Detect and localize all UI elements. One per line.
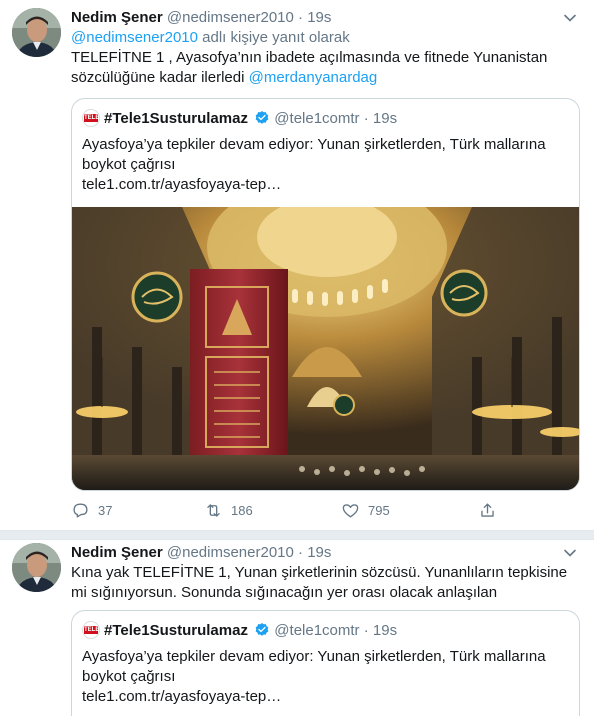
separator-dot: · [298, 9, 304, 26]
quoted-text-line: boykot çağrısı [82, 668, 176, 685]
tweet-content: Nedim Şener @nedimsener2010 · 19s @nedim… [71, 8, 580, 88]
avatar[interactable] [12, 543, 61, 592]
quoted-author-handle[interactable]: @tele1comtr [274, 622, 359, 639]
quoted-author-handle[interactable]: @tele1comtr [274, 110, 359, 127]
quoted-tweet-header: TELE1 #Tele1Susturulamaz @tele1comtr · 19… [82, 621, 397, 641]
quoted-avatar-logo: TELE1 [84, 626, 100, 634]
author-name[interactable]: Nedim Şener [71, 544, 163, 561]
quoted-author-name[interactable]: #Tele1Susturulamaz [104, 110, 248, 127]
mention-link[interactable]: @merdanyanardag [249, 69, 378, 86]
separator-dot: · [363, 110, 369, 127]
author-name[interactable]: Nedim Şener [71, 9, 163, 26]
retweet-button[interactable]: 186 [204, 500, 253, 522]
quoted-tweet-text: Ayasfoya’ya tepkiler devam ediyor: Yunan… [82, 647, 569, 707]
quoted-link[interactable]: tele1.com.tr/ayasfoyaya-tep… [82, 175, 569, 195]
separator-dot: · [298, 544, 304, 561]
tweet-content: Nedim Şener @nedimsener2010 · 19s Kına y… [71, 543, 580, 603]
like-count: 795 [368, 503, 390, 518]
reply-button[interactable]: 37 [71, 500, 112, 522]
reply-to-link[interactable]: @nedimsener2010 [71, 29, 198, 46]
reply-context: @nedimsener2010 adlı kişiye yanıt olarak [71, 28, 580, 48]
quoted-tweet[interactable]: TELE1 #Tele1Susturulamaz @tele1comtr · 19… [71, 98, 580, 491]
author-handle[interactable]: @nedimsener2010 [167, 544, 294, 561]
chevron-down-icon[interactable] [562, 545, 578, 561]
tweet-text: Kına yak TELEFİTNE 1, Yunan şirketlerini… [71, 563, 580, 603]
reply-count: 37 [98, 503, 113, 518]
hagia-sophia-interior-image[interactable] [72, 207, 579, 491]
tweet-separator [0, 530, 594, 540]
reply-context-label: adlı kişiye yanıt olarak [197, 29, 350, 46]
tweet-header: Nedim Şener @nedimsener2010 · 19s [71, 8, 580, 28]
quoted-avatar[interactable]: TELE1 [82, 109, 100, 127]
quoted-tweet[interactable]: TELE1 #Tele1Susturulamaz @tele1comtr · 19… [71, 610, 580, 716]
retweet-count: 186 [231, 503, 253, 518]
tweet-header: Nedim Şener @nedimsener2010 · 19s [71, 543, 580, 563]
quoted-avatar[interactable]: TELE1 [82, 621, 100, 639]
tweet-text-line: TELEFİTNE 1 , Ayasofya’nın ibadete açılm… [71, 49, 548, 66]
quoted-timestamp[interactable]: 19s [373, 622, 397, 639]
tweet-text-line: Kına yak TELEFİTNE 1, Yunan şirketlerini… [71, 564, 568, 581]
retweet-icon [207, 504, 220, 517]
tweet-actions: 37 186 795 [71, 500, 531, 522]
avatar[interactable] [12, 8, 61, 57]
verified-badge-icon [255, 111, 269, 124]
quoted-tweet-header: TELE1 #Tele1Susturulamaz @tele1comtr · 19… [82, 109, 397, 129]
tweet-text-line: mi sığınıyorsun. Sonunda sığınacağın yer… [71, 584, 498, 601]
share-icon [481, 503, 494, 517]
quoted-author-name[interactable]: #Tele1Susturulamaz [104, 622, 248, 639]
timestamp[interactable]: 19s [307, 544, 331, 561]
tweet-text-line: sözcülüğüne kadar ilerledi [71, 69, 249, 86]
quoted-avatar-logo: TELE1 [84, 114, 100, 122]
chevron-down-icon[interactable] [562, 10, 578, 26]
reply-icon [73, 503, 88, 518]
quoted-link[interactable]: tele1.com.tr/ayasfoyaya-tep… [82, 687, 569, 707]
quoted-text-line: boykot çağrısı [82, 156, 176, 173]
tweet[interactable]: Nedim Şener @nedimsener2010 · 19s Kına y… [0, 540, 594, 716]
like-icon [342, 504, 359, 518]
share-button[interactable] [478, 500, 505, 522]
tweet-text: TELEFİTNE 1 , Ayasofya’nın ibadete açılm… [71, 48, 580, 88]
quoted-text-line: Ayasfoya’ya tepkiler devam ediyor: Yunan… [82, 648, 546, 665]
like-button[interactable]: 795 [341, 500, 390, 522]
quoted-timestamp[interactable]: 19s [373, 110, 397, 127]
separator-dot: · [363, 622, 369, 639]
quoted-tweet-text: Ayasfoya’ya tepkiler devam ediyor: Yunan… [82, 135, 569, 195]
author-handle[interactable]: @nedimsener2010 [167, 9, 294, 26]
verified-badge-icon [255, 623, 269, 636]
quoted-text-line: Ayasfoya’ya tepkiler devam ediyor: Yunan… [82, 136, 546, 153]
tweet[interactable]: Nedim Şener @nedimsener2010 · 19s @nedim… [0, 0, 594, 530]
timestamp[interactable]: 19s [307, 9, 331, 26]
